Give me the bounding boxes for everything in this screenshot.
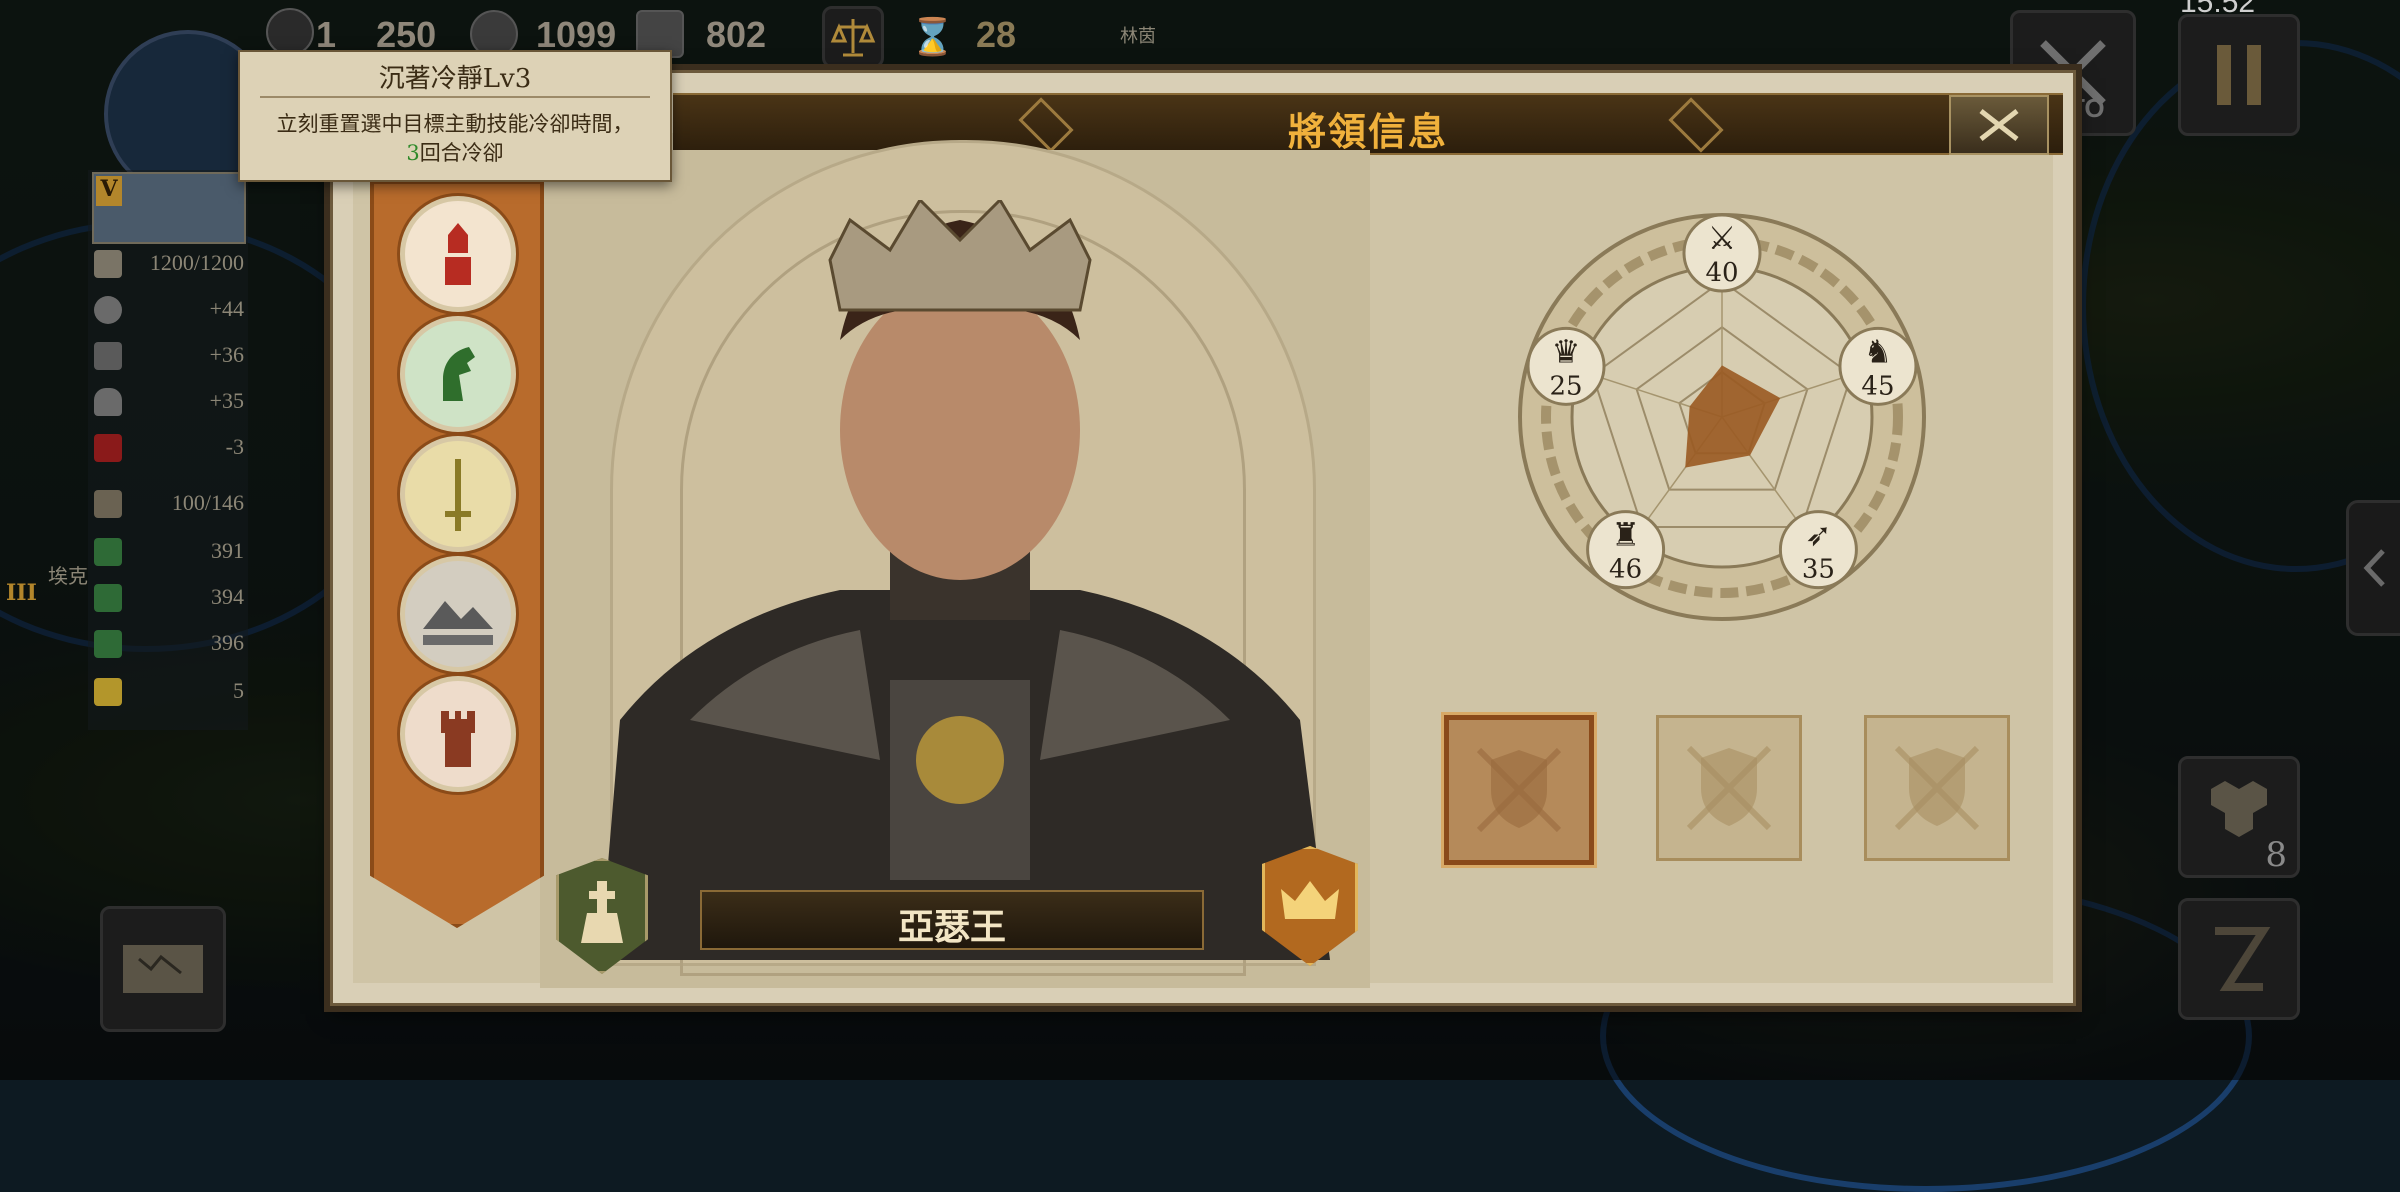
- general-portrait: [560, 200, 1360, 990]
- svg-text:➶: ➶: [1805, 516, 1832, 554]
- tooltip-divider: [260, 96, 650, 98]
- radar-stat-value: 40: [1705, 258, 1738, 288]
- end-turn-hourglass-button[interactable]: [2178, 898, 2300, 1020]
- map-location-label: 林茵: [1120, 26, 1156, 47]
- tooltip-text: 立刻重置選中目標主動技能冷卻時間，: [276, 112, 634, 136]
- horse-icon[interactable]: [400, 316, 516, 432]
- iron-value: +36: [209, 342, 244, 367]
- terrain-icon[interactable]: [400, 556, 516, 672]
- bread-icon: [266, 8, 314, 56]
- cavalry-value: 391: [211, 538, 244, 563]
- scales-icon[interactable]: [822, 6, 884, 68]
- general-nameplate: 亞瑟王: [700, 890, 1204, 950]
- sword-icon[interactable]: [400, 436, 516, 552]
- tower-icon[interactable]: [400, 676, 516, 792]
- army-capacity-value: 100/146: [171, 490, 244, 515]
- bow-icon: ➶35: [1778, 510, 1858, 590]
- pause-icon: [2217, 45, 2231, 105]
- radar-stat-value: 25: [1549, 371, 1582, 401]
- hex-count: 8: [2265, 835, 2287, 875]
- population-value: 1200/1200: [149, 250, 244, 275]
- radar-stat-value: 35: [1802, 555, 1835, 585]
- equipment-slot-1[interactable]: [1444, 715, 1594, 865]
- city-stats-sidebar: V 1200/1200 +44 +36 +35 -3 100/146 391 3…: [88, 170, 248, 730]
- boot-value: -3: [225, 434, 244, 459]
- map-scroll-button[interactable]: [100, 906, 226, 1032]
- equipment-slot-3[interactable]: [1864, 715, 2010, 861]
- resource-3-value: 802: [706, 14, 767, 55]
- svg-text:♜: ♜: [1611, 516, 1640, 554]
- tooltip-cooldown-suffix: 回合冷卻: [419, 141, 504, 165]
- crossed-swords-icon: ⚔40: [1682, 213, 1762, 293]
- city-tier: III: [6, 580, 37, 606]
- city-thumbnail[interactable]: V: [92, 172, 246, 244]
- close-button[interactable]: [1949, 95, 2049, 155]
- crown-icon: ♛25: [1526, 326, 1606, 406]
- pause-button[interactable]: [2178, 14, 2300, 136]
- panel-header: 將領信息: [673, 93, 2063, 155]
- general-name: 亞瑟王: [897, 906, 1006, 948]
- radar-stat-value: 46: [1609, 555, 1642, 585]
- tooltip-title: 沉著冷靜Lv3: [378, 64, 532, 94]
- resource-4-value: 28: [976, 14, 1017, 55]
- side-panel-toggle[interactable]: [2346, 500, 2400, 636]
- helmet-value: +35: [209, 388, 244, 413]
- tooltip-cooldown-number: 3: [406, 141, 420, 165]
- castle-icon: ♜46: [1586, 510, 1666, 590]
- hex-grid-button[interactable]: 8: [2178, 756, 2300, 878]
- svg-text:♞: ♞: [1864, 332, 1893, 370]
- equipment-slot-2[interactable]: [1656, 715, 1802, 861]
- horse-icon: ♞45: [1838, 326, 1918, 406]
- income-value: +44: [209, 296, 244, 321]
- armored-knight-icon[interactable]: [400, 196, 516, 312]
- svg-text:♛: ♛: [1552, 332, 1581, 370]
- tier-badge: V: [96, 176, 122, 206]
- cavalry-value: 394: [211, 584, 244, 609]
- svg-text:⚔: ⚔: [1708, 219, 1737, 257]
- hourglass-icon: ⌛: [910, 16, 955, 57]
- tooltip-body: 立刻重置選中目標主動技能冷卻時間， 3回合冷卻: [250, 110, 660, 168]
- cavalry-value: 396: [211, 630, 244, 655]
- skill-tooltip: 沉著冷靜Lv3 立刻重置選中目標主動技能冷卻時間， 3回合冷卻: [238, 50, 672, 182]
- stat-radar-chart: ⚔ 40 ♞ 45 ➶ 35 ♜ 46 ♛ 25: [1515, 210, 1929, 624]
- radar-stat-value: 45: [1861, 371, 1894, 401]
- movement-value: 5: [233, 678, 244, 703]
- city-label: 埃克: [48, 564, 88, 588]
